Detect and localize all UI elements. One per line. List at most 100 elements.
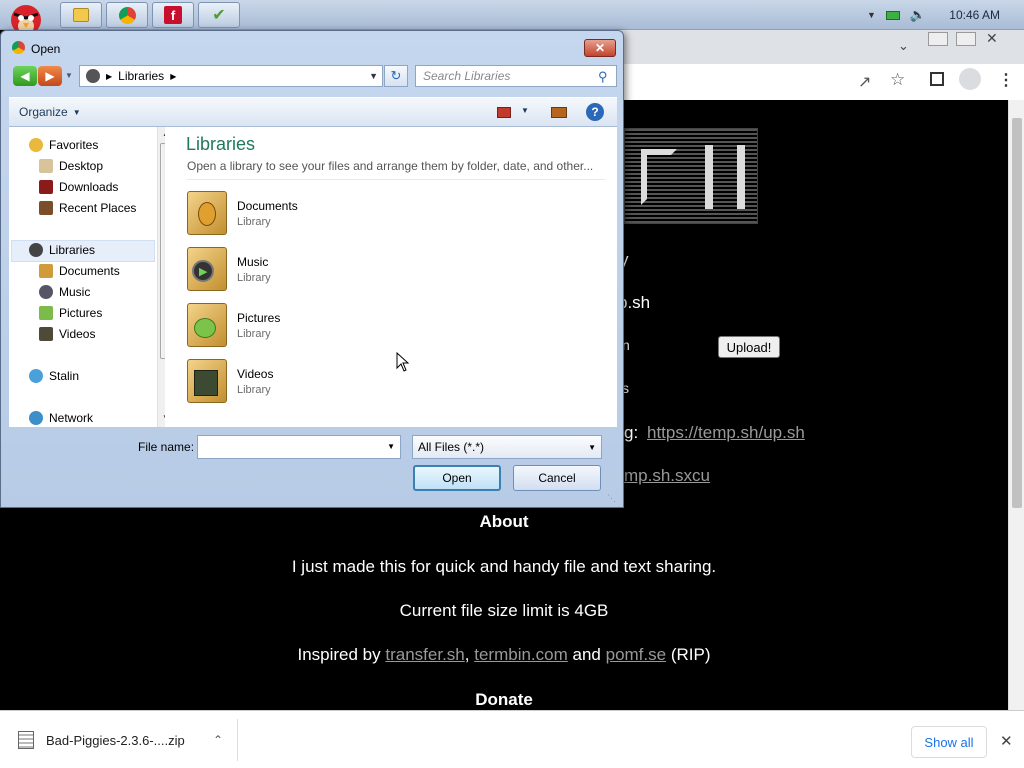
nav-homegroup[interactable]: Stalin [29, 369, 79, 383]
show-all-button[interactable]: Show all [911, 726, 987, 758]
breadcrumb-libraries[interactable]: Libraries [118, 69, 164, 83]
chrome-icon [12, 41, 25, 54]
tab-strip: ⌄ ✕ [560, 30, 1024, 64]
nav-recent-places[interactable]: Recent Places [39, 201, 136, 215]
file-type-dropdown-icon[interactable]: ▼ [588, 437, 596, 459]
battery-icon[interactable] [885, 10, 900, 20]
recent-places-icon [39, 201, 53, 215]
close-download-bar-icon[interactable]: ✕ [1000, 732, 1013, 750]
download-item[interactable]: Bad-Piggies-2.3.6-....zip ⌃ [8, 719, 238, 761]
homegroup-icon [29, 369, 43, 383]
nav-network[interactable]: Network [29, 411, 93, 425]
taskbar-explorer-button[interactable] [60, 2, 102, 28]
taskbar-security-button[interactable]: ✔ [198, 2, 240, 28]
nav-downloads[interactable]: Downloads [39, 180, 118, 194]
mouse-cursor-icon [396, 351, 410, 375]
libraries-icon [29, 243, 43, 257]
inspired-separator: , [464, 645, 470, 664]
donate-heading: Donate [475, 690, 533, 709]
forward-button[interactable]: ▶ [38, 66, 62, 86]
inspired-prefix: Inspired by [297, 645, 381, 664]
address-dropdown-icon[interactable]: ▼ [369, 71, 378, 81]
library-name: Videos [237, 366, 274, 381]
breadcrumb-arrow-icon: ▶ [106, 71, 113, 81]
nav-favorites-label: Favorites [49, 138, 99, 152]
upload-script-link[interactable]: https://temp.sh/up.sh [647, 423, 805, 443]
cancel-button[interactable]: Cancel [513, 465, 601, 491]
help-icon[interactable]: ? [586, 103, 604, 121]
minimize-button[interactable] [928, 32, 948, 46]
preview-pane-icon[interactable] [551, 107, 567, 118]
libraries-subheading: Open a library to see your files and arr… [187, 159, 594, 173]
upload-button[interactable]: Upload! [718, 336, 780, 358]
command-bar: Organize ▼ ▼ ? [9, 97, 617, 127]
library-item-music[interactable]: ▶ Music Library [187, 245, 387, 293]
nav-favorites[interactable]: Favorites [29, 138, 98, 152]
back-button[interactable]: ◀ [13, 66, 37, 86]
resize-grip-icon[interactable]: ⋱ [607, 493, 616, 504]
sxcu-link[interactable]: mp.sh.sxcu [624, 466, 710, 486]
dialog-close-button[interactable]: ✕ [584, 39, 616, 57]
logo-letter-s [641, 149, 677, 205]
scrollbar-thumb[interactable] [1012, 118, 1022, 508]
open-button[interactable]: Open [413, 465, 501, 491]
nav-desktop[interactable]: Desktop [39, 159, 103, 173]
nav-libraries[interactable]: Libraries [29, 243, 95, 257]
page-scrollbar[interactable] [1008, 100, 1024, 710]
clock[interactable]: 10:46 AM [949, 8, 1000, 22]
nav-music[interactable]: Music [39, 285, 90, 299]
tab-list-chevron-icon[interactable]: ⌄ [898, 38, 909, 54]
nav-downloads-label: Downloads [59, 180, 119, 194]
about-text: I just made this for quick and handy fil… [291, 557, 717, 576]
nav-videos[interactable]: Videos [39, 327, 95, 341]
pomf-link[interactable]: pomf.se [606, 645, 666, 664]
taskbar-flash-button[interactable]: f [152, 2, 194, 28]
taskbar: f ✔ ▼ 🔈 10:46 AM [0, 0, 1024, 35]
organize-button[interactable]: Organize ▼ [19, 105, 81, 119]
library-item-videos[interactable]: Videos Library [187, 357, 387, 405]
menu-kebab-icon[interactable]: ⋮ [998, 70, 1014, 90]
search-input[interactable]: Search Libraries [415, 65, 617, 87]
share-icon[interactable]: ↗ [858, 72, 871, 92]
nav-pictures[interactable]: Pictures [39, 306, 102, 320]
transfer-sh-link[interactable]: transfer.sh [385, 645, 464, 664]
address-bar[interactable]: ▶ Libraries ▶ ▼ [79, 65, 383, 87]
bookmark-star-icon[interactable]: ☆ [890, 70, 905, 90]
termbin-link[interactable]: termbin.com [474, 645, 568, 664]
side-panel-icon[interactable] [930, 72, 944, 86]
nav-homegroup-label: Stalin [49, 369, 80, 383]
library-name: Pictures [237, 310, 281, 325]
nav-desktop-label: Desktop [59, 159, 104, 173]
profile-avatar-icon[interactable] [959, 68, 981, 90]
library-item-documents[interactable]: Documents Library [187, 189, 387, 237]
open-file-dialog: Open ✕ ◀ ▶ ▼ ▶ Libraries ▶ ▼ ↻ Search Li… [0, 30, 624, 508]
file-name-input[interactable]: ▼ [197, 435, 401, 459]
file-name-label: File name: [138, 440, 195, 454]
file-name-dropdown-icon[interactable]: ▼ [387, 442, 395, 451]
heading-divider [187, 179, 605, 180]
library-item-pictures[interactable]: Pictures Library [187, 301, 387, 349]
pictures-icon [39, 306, 53, 320]
maximize-button[interactable] [956, 32, 976, 46]
nav-music-label: Music [59, 285, 91, 299]
chevron-up-icon[interactable]: ⌃ [213, 733, 223, 747]
file-type-select[interactable]: All Files (*.*) ▼ [412, 435, 602, 459]
nav-recent-label: Recent Places [59, 201, 137, 215]
volume-icon[interactable]: 🔈 [910, 7, 926, 23]
refresh-button[interactable]: ↻ [384, 65, 408, 87]
taskbar-chrome-button[interactable] [106, 2, 148, 28]
search-icon[interactable]: ⚲ [598, 69, 608, 85]
change-view-icon[interactable] [497, 107, 511, 118]
download-filename: Bad-Piggies-2.3.6-....zip [46, 732, 185, 748]
libraries-heading-text: Libraries [186, 134, 256, 154]
network-icon [29, 411, 43, 425]
nav-documents[interactable]: Documents [39, 264, 120, 278]
libraries-icon [86, 69, 100, 83]
library-type: Library [237, 327, 271, 340]
tray-expand-icon[interactable]: ▼ [867, 10, 876, 20]
dialog-title: Open [31, 42, 61, 56]
history-chevron-icon[interactable]: ▼ [65, 71, 73, 80]
close-window-button[interactable]: ✕ [986, 30, 998, 47]
documents-icon [39, 264, 53, 278]
view-menu-chevron-icon[interactable]: ▼ [521, 106, 529, 115]
